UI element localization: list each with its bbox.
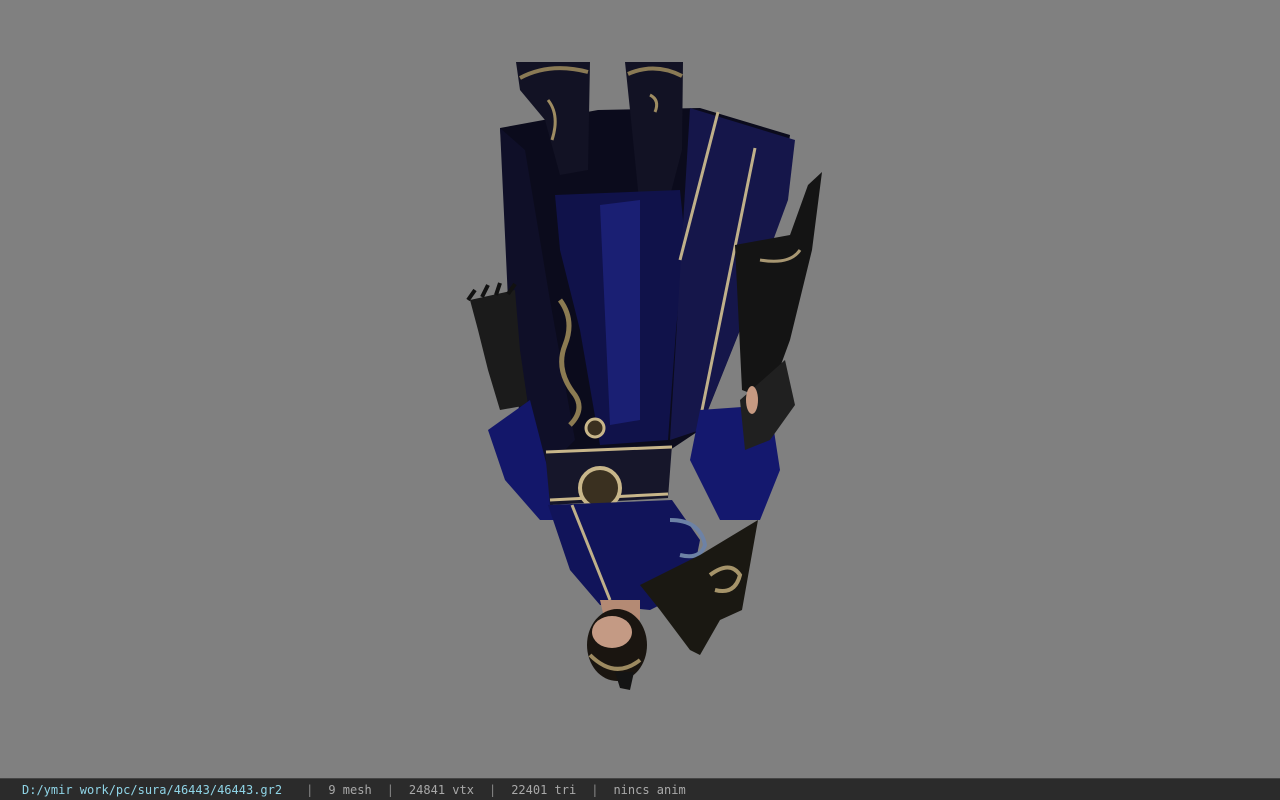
animation-status: nincs anim: [613, 782, 686, 797]
separator: |: [306, 782, 314, 797]
hair-tip: [615, 672, 634, 690]
file-path: D:/ymir work/pc/sura/46443/46443.gr2: [22, 782, 283, 797]
vertex-count: 24841 vtx: [408, 782, 474, 797]
3d-viewport[interactable]: [0, 0, 1280, 778]
separator: |: [488, 782, 497, 797]
character-model[interactable]: [0, 0, 1280, 778]
mesh-count: 9 mesh: [328, 782, 372, 797]
belt-buckle: [578, 466, 622, 510]
belt-ornament: [584, 417, 606, 439]
separator: |: [386, 782, 394, 797]
triangle-count: 22401 tri: [511, 782, 577, 797]
separator: |: [591, 782, 599, 797]
face: [592, 616, 632, 648]
status-bar: D:/ymir work/pc/sura/46443/46443.gr2 | 9…: [0, 778, 1280, 800]
right-hand-skin: [746, 386, 758, 414]
